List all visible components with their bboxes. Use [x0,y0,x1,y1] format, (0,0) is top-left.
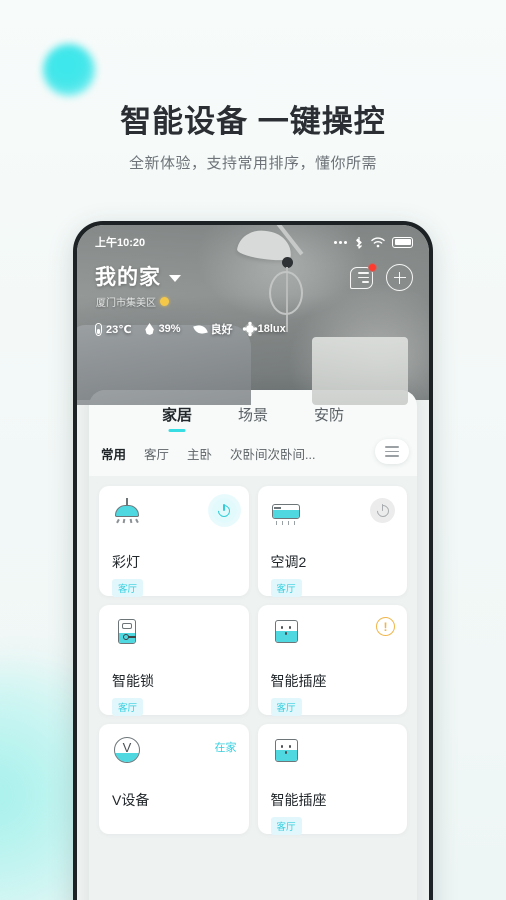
env-humidity-value: 39% [158,323,181,335]
page-title: 智能设备 一键操控 [120,104,386,139]
power-toggle-button[interactable] [370,498,395,523]
env-brightness-value: 18lux [257,323,286,335]
tab-scene[interactable]: 场景 [238,404,268,432]
environment-bar: 23℃ 39% 良好 18lux [77,309,429,337]
smart-socket-icon [271,736,301,764]
env-air-quality: 良好 [192,321,233,337]
device-name: V设备 [112,792,150,808]
bluetooth-icon [356,236,362,249]
plus-icon [386,264,413,291]
wifi-icon [371,236,385,247]
room-filter-frequent[interactable]: 常用 [101,444,126,463]
env-air-quality-value: 良好 [210,324,233,336]
home-selector[interactable]: 我的家 [95,261,181,291]
tab-bar: 家居 场景 安防 [89,404,417,432]
device-card[interactable]: ! 智能插座 客厅 [257,605,407,716]
page-subtitle: 全新体验，支持常用排序，懂你所需 [128,155,377,172]
home-name-label: 我的家 [95,266,161,289]
message-button[interactable] [348,263,377,291]
ceiling-lamp-icon [112,498,142,526]
home-header: 我的家 厦门市集美区 [77,251,429,309]
home-location: 厦门市集美区 [96,294,181,309]
device-room-tag: 客厅 [270,817,302,835]
device-grid: 彩灯 客厅 空调2 客厅 智能锁 客厅 ! 智能插座 客厅 V 在家 V设备 智… [89,476,417,835]
device-card[interactable]: 智能锁 客厅 [99,605,249,716]
env-temperature-value: 23℃ [106,323,132,336]
air-conditioner-icon [271,498,301,526]
device-card[interactable]: 空调2 客厅 [257,486,407,597]
room-filter-masterbedroom[interactable]: 主卧 [187,444,212,463]
device-card[interactable]: 智能插座 客厅 [257,724,407,835]
device-name: 彩灯 [112,554,140,570]
table-decoration [312,337,408,405]
room-filter-bar: 常用 客厅 主卧 次卧间次卧间... [89,432,417,476]
add-device-button[interactable] [386,264,413,291]
tab-home[interactable]: 家居 [162,404,192,432]
humidity-drop-icon [145,323,154,335]
content-sheet: 家居 场景 安防 常用 客厅 主卧 次卧间次卧间... 彩灯 客厅 空调2 客厅… [89,390,417,900]
battery-icon [392,236,413,248]
message-badge [368,263,377,272]
device-status-text: 在家 [214,742,237,754]
status-bar-time: 上午10:20 [95,237,146,249]
home-location-label: 厦门市集美区 [96,298,156,309]
list-menu-icon[interactable] [375,439,409,464]
phone-screen: 上午10:20 我的家 厦门市集美区 23℃ 39% 良好 18lux 家居 场… [77,225,429,900]
status-bar: 上午10:20 [77,225,429,251]
decorative-circle-top [43,44,95,96]
device-room-tag: 客厅 [270,579,302,597]
device-card[interactable]: 彩灯 客厅 [99,486,249,597]
v-device-icon: V [112,736,142,764]
tab-security[interactable]: 安防 [314,404,344,432]
phone-mockup: 上午10:20 我的家 厦门市集美区 23℃ 39% 良好 18lux 家居 场… [73,221,433,900]
chevron-down-icon [169,274,181,282]
sofa-decoration [77,325,251,405]
more-dots-icon [334,240,347,244]
device-room-tag: 客厅 [112,698,144,716]
room-filter-secondbedroom[interactable]: 次卧间次卧间... [230,444,315,463]
brightness-sun-icon [245,325,254,333]
env-brightness: 18lux [245,323,286,335]
power-toggle-button[interactable] [211,498,237,523]
device-card[interactable]: V 在家 V设备 [99,724,249,834]
smart-lock-icon [112,617,142,645]
sun-icon [160,297,169,306]
env-humidity: 39% [145,323,181,335]
warning-icon[interactable]: ! [376,617,395,636]
air-quality-leaf-icon [192,323,208,335]
device-room-tag: 客厅 [270,698,302,716]
room-filter-livingroom[interactable]: 客厅 [144,444,169,463]
env-temperature: 23℃ [95,322,132,336]
device-name: 智能插座 [270,792,327,808]
smart-socket-icon [271,617,301,645]
hero-photo: 上午10:20 我的家 厦门市集美区 23℃ 39% 良好 18lux [77,225,429,405]
device-name: 智能插座 [270,673,327,689]
device-room-tag: 客厅 [112,579,144,597]
device-name: 空调2 [270,554,307,570]
thermometer-icon [95,322,102,336]
device-name: 智能锁 [112,673,154,689]
